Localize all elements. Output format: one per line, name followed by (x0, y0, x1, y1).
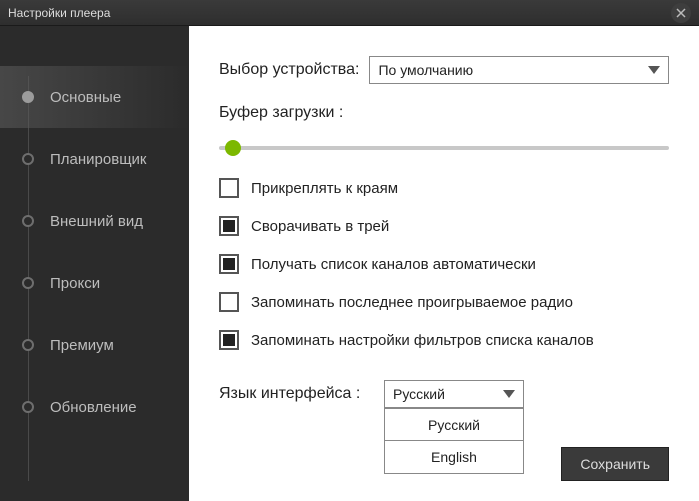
nav-dot-icon (22, 339, 34, 351)
nav-dot-icon (22, 91, 34, 103)
device-row: Выбор устройства: По умолчанию (219, 56, 669, 84)
sidebar: Основные Планировщик Внешний вид Прокси … (0, 26, 189, 501)
checkbox-label: Прикреплять к краям (251, 180, 398, 197)
checkbox-remember-filters[interactable]: Запоминать настройки фильтров списка кан… (219, 330, 669, 350)
sidebar-item-appearance[interactable]: Внешний вид (0, 190, 189, 252)
checkbox-icon (219, 254, 239, 274)
nav-dot-icon (22, 401, 34, 413)
checkbox-icon (219, 216, 239, 236)
language-label: Язык интерфейса : (219, 385, 374, 403)
window-title: Настройки плеера (8, 6, 110, 20)
sidebar-item-label: Премиум (50, 337, 114, 354)
language-option-ru[interactable]: Русский (385, 409, 523, 441)
checkbox-icon (219, 178, 239, 198)
settings-window: Настройки плеера Основные Планировщик Вн… (0, 0, 699, 501)
nav-dot-icon (22, 215, 34, 227)
language-select-value: Русский (393, 386, 503, 402)
nav-dot-icon (22, 277, 34, 289)
sidebar-item-scheduler[interactable]: Планировщик (0, 128, 189, 190)
chevron-down-icon (648, 61, 660, 79)
titlebar: Настройки плеера (0, 0, 699, 26)
buffer-slider[interactable] (219, 140, 669, 156)
sidebar-item-general[interactable]: Основные (0, 66, 189, 128)
content-panel: Выбор устройства: По умолчанию Буфер заг… (189, 26, 699, 501)
sidebar-item-proxy[interactable]: Прокси (0, 252, 189, 314)
language-dropdown: Русский English (384, 408, 524, 474)
checkbox-remember-radio[interactable]: Запоминать последнее проигрываемое радио (219, 292, 669, 312)
device-label: Выбор устройства: (219, 61, 359, 79)
sidebar-item-label: Обновление (50, 399, 137, 416)
checkbox-icon (219, 292, 239, 312)
chevron-down-icon (503, 385, 515, 403)
sidebar-item-label: Прокси (50, 275, 100, 292)
buffer-label: Буфер загрузки : (219, 104, 669, 122)
sidebar-item-label: Планировщик (50, 151, 146, 168)
sidebar-item-premium[interactable]: Премиум (0, 314, 189, 376)
slider-track (219, 146, 669, 150)
device-select[interactable]: По умолчанию (369, 56, 669, 84)
language-option-en[interactable]: English (385, 441, 523, 473)
sidebar-item-label: Основные (50, 89, 121, 106)
checkbox-label: Получать список каналов автоматически (251, 256, 536, 273)
checkbox-snap-edges[interactable]: Прикреплять к краям (219, 178, 669, 198)
checkbox-auto-channels[interactable]: Получать список каналов автоматически (219, 254, 669, 274)
window-body: Основные Планировщик Внешний вид Прокси … (0, 26, 699, 501)
device-select-value: По умолчанию (378, 62, 648, 78)
checkbox-label: Запоминать настройки фильтров списка кан… (251, 332, 594, 349)
close-button[interactable] (671, 3, 691, 23)
save-button[interactable]: Сохранить (561, 447, 669, 481)
checkbox-icon (219, 330, 239, 350)
nav-dot-icon (22, 153, 34, 165)
sidebar-item-update[interactable]: Обновление (0, 376, 189, 438)
checkbox-minimize-tray[interactable]: Сворачивать в трей (219, 216, 669, 236)
sidebar-item-label: Внешний вид (50, 213, 143, 230)
language-row: Язык интерфейса : Русский Русский Englis… (219, 380, 669, 408)
close-icon (676, 8, 686, 18)
slider-thumb[interactable] (225, 140, 241, 156)
checkbox-label: Запоминать последнее проигрываемое радио (251, 294, 573, 311)
checkbox-label: Сворачивать в трей (251, 218, 389, 235)
language-select[interactable]: Русский (384, 380, 524, 408)
buffer-section: Буфер загрузки : (219, 104, 669, 156)
